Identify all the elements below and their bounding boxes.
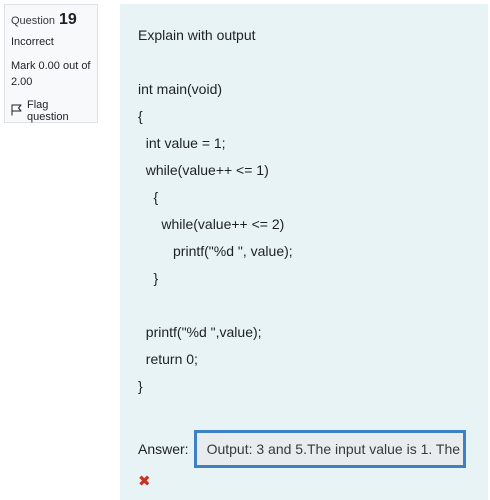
flag-question-label: Flag question bbox=[27, 99, 69, 123]
code-line: { bbox=[138, 108, 143, 124]
code-line: } bbox=[138, 270, 159, 286]
question-number-value: 19 bbox=[59, 11, 77, 28]
question-state: Incorrect bbox=[11, 36, 54, 48]
code-line: while(value++ <= 1) bbox=[138, 162, 269, 178]
answer-value: Output: 3 and 5.The input value is 1. Th… bbox=[206, 441, 461, 457]
code-line: int main(void) bbox=[138, 81, 223, 97]
question-number: Question 19 bbox=[11, 11, 91, 29]
code-line: } bbox=[138, 378, 143, 394]
question-page: Question 19 Incorrect Mark 0.00 out of 2… bbox=[0, 0, 490, 500]
code-line: while(value++ <= 2) bbox=[138, 216, 285, 232]
question-info-panel: Question 19 Incorrect Mark 0.00 out of 2… bbox=[4, 4, 98, 123]
question-text: Explain with output int main(void) { int… bbox=[138, 22, 488, 400]
code-line: printf("%d ",value); bbox=[138, 324, 262, 340]
code-line: { bbox=[138, 189, 159, 205]
cross-icon: ✖ bbox=[138, 473, 151, 490]
answer-row: Answer: Output: 3 and 5.The input value … bbox=[138, 430, 466, 468]
answer-label: Answer: bbox=[138, 441, 189, 457]
question-prompt: Explain with output bbox=[138, 27, 256, 43]
question-label: Question bbox=[11, 15, 56, 27]
flag-question-link[interactable]: Flag question bbox=[11, 99, 91, 123]
question-content-panel: Explain with output int main(void) { int… bbox=[120, 4, 488, 500]
code-line: return 0; bbox=[138, 351, 198, 367]
flag-icon bbox=[11, 104, 22, 119]
code-line: int value = 1; bbox=[138, 135, 226, 151]
answer-field[interactable]: Output: 3 and 5.The input value is 1. Th… bbox=[193, 430, 466, 468]
question-grade: Mark 0.00 out of 2.00 bbox=[11, 60, 91, 88]
code-line: printf("%d ", value); bbox=[138, 243, 293, 259]
